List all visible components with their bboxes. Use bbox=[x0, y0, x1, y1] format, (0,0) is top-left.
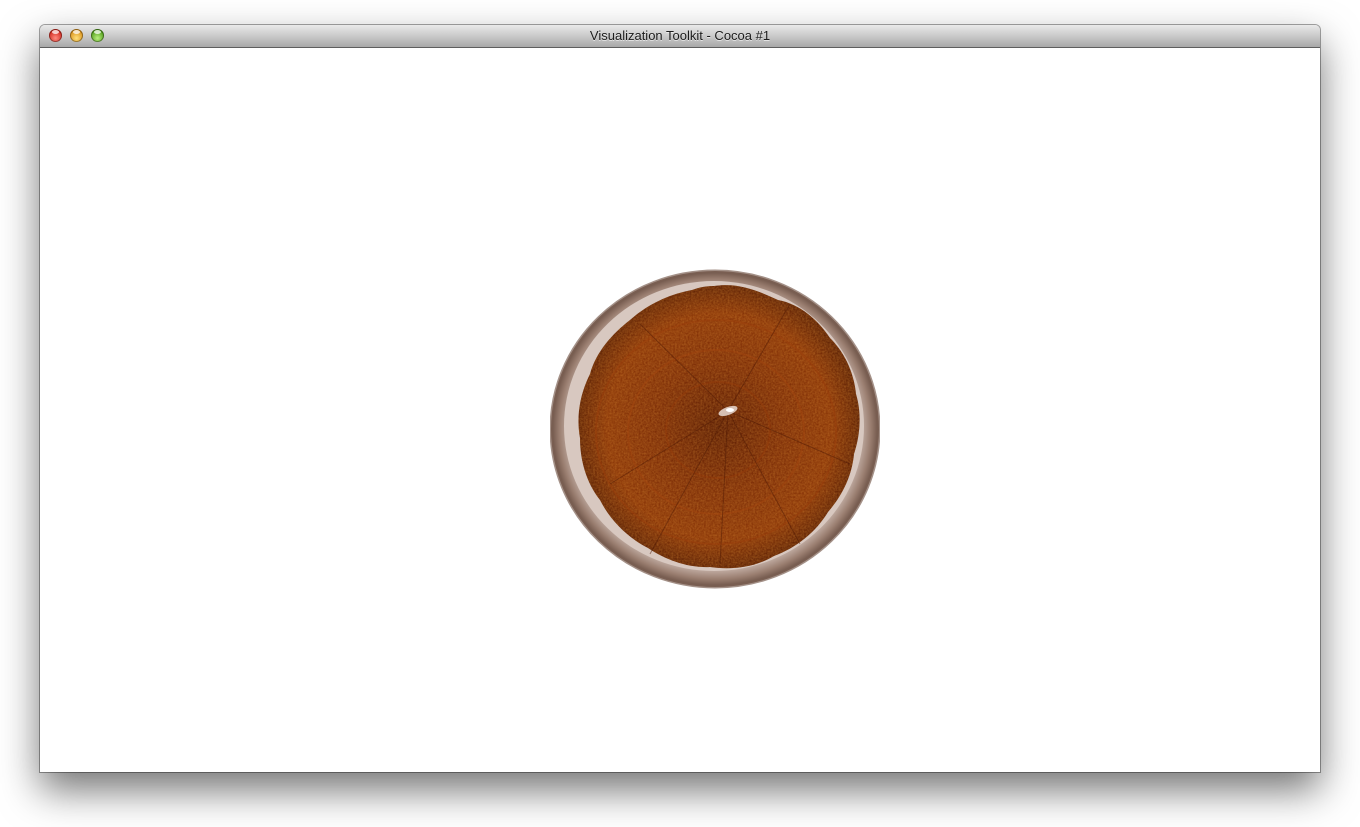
volume-rendering bbox=[550, 269, 880, 589]
title-bar[interactable]: Visualization Toolkit - Cocoa #1 bbox=[40, 25, 1320, 48]
render-viewport[interactable] bbox=[40, 48, 1320, 772]
center-core bbox=[726, 408, 734, 412]
vtk-window: Visualization Toolkit - Cocoa #1 bbox=[40, 25, 1320, 772]
window-title: Visualization Toolkit - Cocoa #1 bbox=[589, 28, 771, 43]
